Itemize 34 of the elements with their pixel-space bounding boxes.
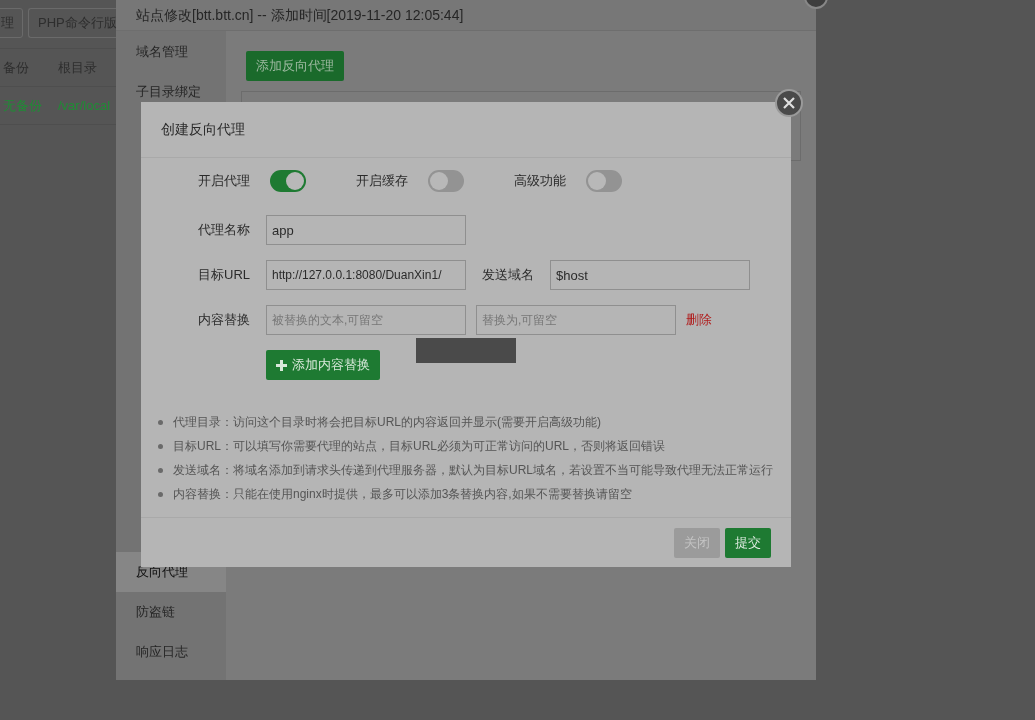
- field-label: 目标URL: [198, 266, 251, 285]
- toggle-switch[interactable]: [586, 170, 622, 192]
- proxy-name-field[interactable]: app: [266, 215, 466, 245]
- add-proxy-button[interactable]: 添加反向代理: [246, 51, 344, 81]
- toggle-switch[interactable]: [428, 170, 464, 192]
- add-replace-button[interactable]: 添加内容替换: [266, 350, 380, 380]
- send-domain-field[interactable]: $host: [550, 260, 750, 290]
- help-note: 内容替换：只能在使用nginx时提供，最多可以添加3条替换内容,如果不需要替换请留空: [173, 486, 632, 503]
- plus-icon: [276, 359, 287, 371]
- toggle-label: 开启代理: [198, 172, 251, 191]
- delete-link[interactable]: 删除: [686, 310, 712, 330]
- sidebar-item[interactable]: 防盗链: [116, 592, 226, 632]
- target-url-field[interactable]: http://127.0.0.1:8080/DuanXin1/: [266, 260, 466, 290]
- sidebar-item[interactable]: 域名管理: [116, 32, 226, 72]
- submit-button[interactable]: 提交: [725, 527, 771, 558]
- toggle-label: 开启缓存: [356, 172, 409, 191]
- toggle-label: 高级功能: [514, 172, 567, 191]
- bullet-icon: [158, 443, 163, 449]
- field-label: 代理名称: [198, 221, 251, 240]
- window-title: 站点修改[btt.btt.cn] -- 添加时间[2019-11-20 12:05:44]: [116, 0, 816, 31]
- toggle-switch[interactable]: [270, 170, 306, 192]
- bullet-icon: [158, 467, 163, 473]
- help-note: 发送域名：将域名添加到请求头传递到代理服务器，默认为目标URL域名，若设置不当可能导致代理无法正常运行: [173, 462, 773, 479]
- help-note: 代理目录：访问这个目录时将会把目标URL的内容返回并显示(需要开启高级功能): [173, 414, 601, 431]
- field-label: 内容替换: [198, 311, 251, 330]
- replace-from-field[interactable]: 被替换的文本,可留空: [266, 305, 466, 335]
- field-label: 发送域名: [482, 266, 535, 285]
- replace-to-field[interactable]: 替换为,可留空: [476, 305, 676, 335]
- bullet-icon: [158, 419, 163, 425]
- help-note: 目标URL：可以填写你需要代理的站点，目标URL必须为可正常访问的URL，否则将返回错误: [173, 438, 666, 455]
- bullet-icon: [158, 491, 163, 497]
- sidebar-item[interactable]: 响应日志: [116, 632, 226, 672]
- dialog-title: 创建反向代理: [161, 120, 245, 139]
- close-icon: [783, 97, 795, 109]
